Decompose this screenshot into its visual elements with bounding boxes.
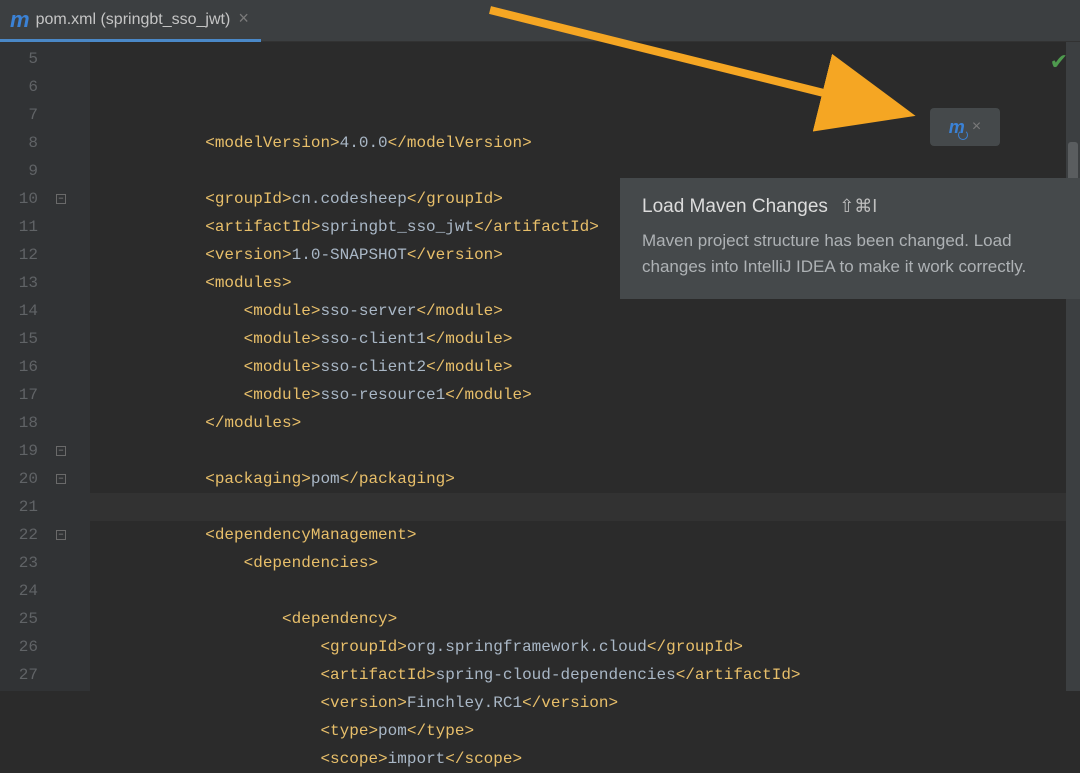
code-line: <artifactId>spring-cloud-dependencies</a… <box>90 661 1080 689</box>
line-number: 6 <box>0 73 38 101</box>
popup-title-text: Load Maven Changes <box>642 196 828 217</box>
line-number: 10 <box>0 185 38 213</box>
line-number: 19 <box>0 437 38 465</box>
code-line: <module>sso-resource1</module> <box>90 381 1080 409</box>
line-number: 27 <box>0 661 38 689</box>
code-line <box>90 577 1080 605</box>
line-number: 21 <box>0 493 38 521</box>
maven-reload-widget[interactable]: m × <box>930 108 1000 146</box>
popup-title: Load Maven Changes ⇧⌘I <box>642 196 1058 218</box>
popup-body: Maven project structure has been changed… <box>642 228 1058 279</box>
maven-reload-icon: m <box>949 117 964 138</box>
code-line <box>90 493 1080 521</box>
line-number: 18 <box>0 409 38 437</box>
code-line: <dependencyManagement> <box>90 521 1080 549</box>
scroll-thumb[interactable] <box>1068 142 1078 182</box>
tab-bar: m pom.xml (springbt_sso_jwt) × <box>0 0 1080 42</box>
code-line <box>90 437 1080 465</box>
line-number: 11 <box>0 213 38 241</box>
line-number: 15 <box>0 325 38 353</box>
line-number: 17 <box>0 381 38 409</box>
inspection-ok-icon[interactable]: ✔ <box>1050 50 1068 76</box>
line-number: 8 <box>0 129 38 157</box>
line-number: 24 <box>0 577 38 605</box>
fold-toggle-icon[interactable]: − <box>56 530 66 540</box>
line-number: 13 <box>0 269 38 297</box>
popup-shortcut: ⇧⌘I <box>839 196 877 216</box>
line-number: 25 <box>0 605 38 633</box>
line-number: 5 <box>0 45 38 73</box>
tab-pom-xml[interactable]: m pom.xml (springbt_sso_jwt) × <box>0 0 261 42</box>
code-line: <dependencies> <box>90 549 1080 577</box>
load-maven-changes-popup: Load Maven Changes ⇧⌘I Maven project str… <box>620 178 1080 299</box>
line-number: 16 <box>0 353 38 381</box>
fold-toggle-icon[interactable]: − <box>56 194 66 204</box>
line-number: 12 <box>0 241 38 269</box>
code-line: <groupId>org.springframework.cloud</grou… <box>90 633 1080 661</box>
line-number: 20 <box>0 465 38 493</box>
line-number: 9 <box>0 157 38 185</box>
tab-label: pom.xml (springbt_sso_jwt) <box>36 11 231 29</box>
editor: 5678910111213141516171819202122232425262… <box>0 42 1080 691</box>
code-line: <version>Finchley.RC1</version> <box>90 689 1080 717</box>
fold-toggle-icon[interactable]: − <box>56 446 66 456</box>
code-line: <module>sso-client1</module> <box>90 325 1080 353</box>
code-line: <dependency> <box>90 605 1080 633</box>
code-line: <packaging>pom</packaging> <box>90 465 1080 493</box>
scroll-strip[interactable] <box>1066 42 1080 691</box>
code-line: <scope>import</scope> <box>90 745 1080 773</box>
close-icon[interactable]: × <box>972 118 982 136</box>
code-line: </modules> <box>90 409 1080 437</box>
line-number: 7 <box>0 101 38 129</box>
close-icon[interactable]: × <box>238 13 249 27</box>
fold-toggle-icon[interactable]: − <box>56 474 66 484</box>
line-number: 23 <box>0 549 38 577</box>
line-number: 14 <box>0 297 38 325</box>
code-line: <type>pom</type> <box>90 717 1080 745</box>
code-line: <module>sso-client2</module> <box>90 353 1080 381</box>
line-number: 26 <box>0 633 38 661</box>
gutter: 5678910111213141516171819202122232425262… <box>0 42 50 691</box>
line-number: 22 <box>0 521 38 549</box>
maven-icon: m <box>10 7 28 33</box>
fold-column: − − − − <box>50 42 90 691</box>
code-line: <module>sso-server</module> <box>90 297 1080 325</box>
